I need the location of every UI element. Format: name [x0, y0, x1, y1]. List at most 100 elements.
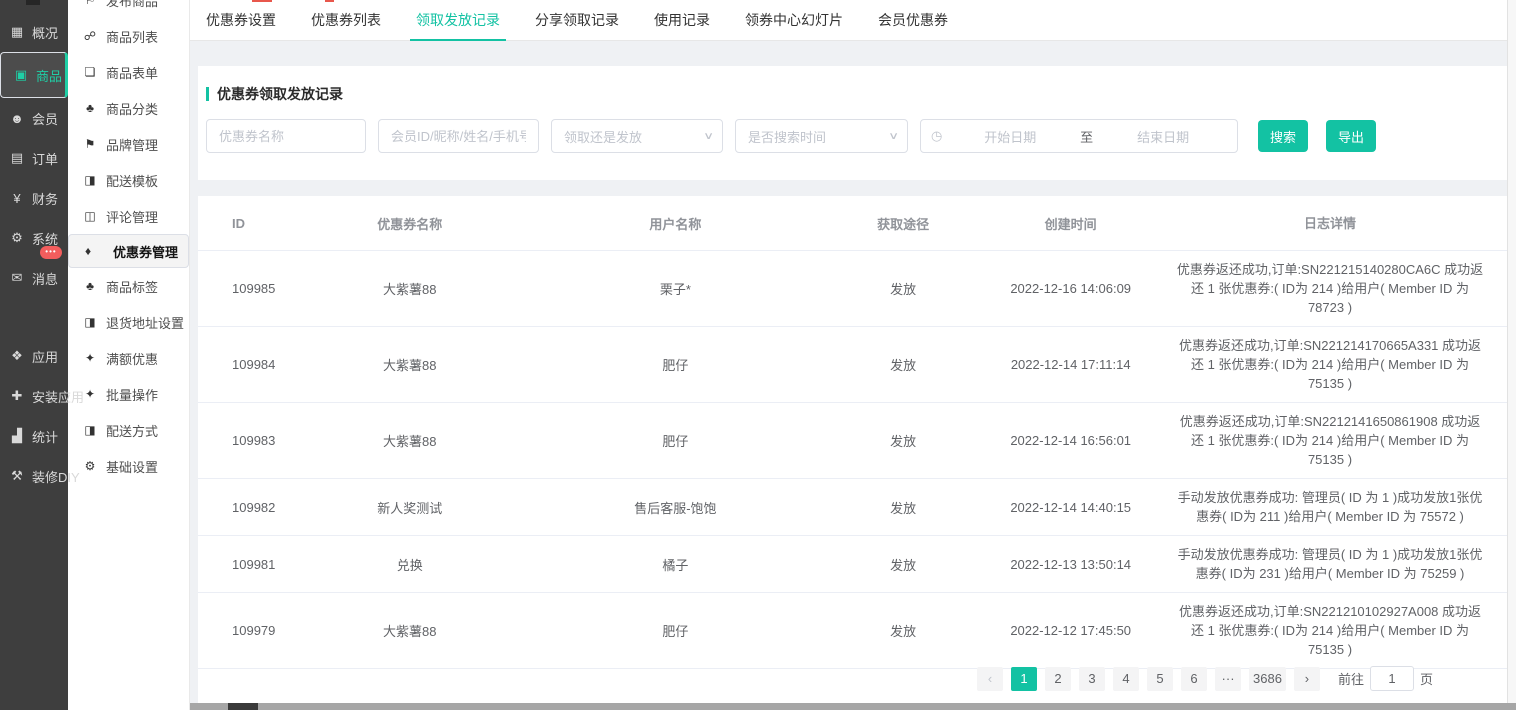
column-header: 日志详情: [1175, 214, 1485, 233]
date-range-picker[interactable]: ◷ 开始日期 至 结束日期: [920, 119, 1238, 153]
cell-channel: 发放: [840, 555, 967, 574]
sidebar-item-finance[interactable]: ¥ 财务: [0, 178, 68, 218]
delivery-template-icon: ◨: [83, 173, 97, 187]
cell-log: 手动发放优惠券成功: 管理员( ID 为 1 )成功发放1张优惠券( ID为 2…: [1175, 488, 1485, 526]
comments-icon: ◫: [83, 209, 97, 223]
cell-user: 肥仔: [511, 431, 840, 450]
title-accent-bar: [206, 87, 209, 101]
tab-coupon-center-slides[interactable]: 领券中心幻灯片: [745, 0, 843, 40]
cell-log: 优惠券返还成功,订单:SN2212141650861908 成功返还 1 张优惠…: [1175, 412, 1485, 469]
table-body: 109985大紫薯88栗子*发放2022-12-16 14:06:09优惠券返还…: [198, 251, 1507, 669]
date-to-label: 至: [1074, 127, 1099, 146]
cutoff-top-icon: [26, 0, 40, 5]
cutoff-red-marker: [325, 0, 334, 2]
submenu-item-label: 商品分类: [106, 99, 158, 118]
tab-coupon-settings[interactable]: 优惠券设置: [206, 0, 276, 40]
sidebar-item-label: 订单: [32, 149, 58, 168]
cell-time: 2022-12-13 13:50:14: [966, 557, 1175, 572]
vertical-scrollbar[interactable]: [1507, 0, 1516, 703]
page-button-6[interactable]: 6: [1181, 667, 1207, 691]
submenu-item-full-discount[interactable]: ✦满额优惠: [68, 340, 189, 376]
page-button-4[interactable]: 4: [1113, 667, 1139, 691]
submenu-item-basic-settings[interactable]: ⚙基础设置: [68, 448, 189, 484]
sidebar-item-orders[interactable]: ▤订单: [0, 138, 68, 178]
column-header: ID: [220, 216, 309, 231]
cell-coupon: 大紫薯88: [309, 355, 511, 374]
cell-channel: 发放: [840, 621, 967, 640]
tab-receive-records[interactable]: 领取发放记录: [416, 0, 500, 40]
receive-type-select[interactable]: 领取还是发放 ∨: [551, 119, 723, 153]
submenu-item-delivery-method[interactable]: ◨配送方式: [68, 412, 189, 448]
submenu-item-goods-category[interactable]: ♣ 商品分类: [68, 90, 189, 126]
cell-channel: 发放: [840, 279, 967, 298]
cell-id: 109985: [220, 281, 309, 296]
sidebar-item-label: 消息: [32, 269, 58, 288]
end-date-placeholder: 结束日期: [1099, 127, 1227, 146]
tab-share-records[interactable]: 分享领取记录: [535, 0, 619, 40]
sidebar-item-label: 财务: [32, 189, 58, 208]
tab-use-records[interactable]: 使用记录: [654, 0, 710, 40]
page-button-2[interactable]: 2: [1045, 667, 1071, 691]
start-date-placeholder: 开始日期: [946, 127, 1074, 146]
page-button-5[interactable]: 5: [1147, 667, 1173, 691]
cell-channel: 发放: [840, 431, 967, 450]
time-search-select[interactable]: 是否搜索时间 ∨: [735, 119, 908, 153]
sidebar-item-install-apps[interactable]: ✚安装应用: [0, 376, 68, 416]
goto-page-input[interactable]: [1370, 666, 1414, 691]
sidebar-item-diy[interactable]: ⚒装修DIY: [0, 456, 68, 496]
submenu-item-goods-tag[interactable]: ♣商品标签: [68, 268, 189, 304]
submenu-item-label: 商品标签: [106, 277, 158, 296]
cell-time: 2022-12-14 14:40:15: [966, 500, 1175, 515]
submenu-item-label: 退货地址设置: [106, 313, 184, 332]
submenu-item-comments[interactable]: ◫评论管理: [68, 198, 189, 234]
submenu-item-return-address[interactable]: ◨退货地址设置: [68, 304, 189, 340]
column-header: 获取途径: [840, 214, 967, 233]
sidebar-item-overview[interactable]: ▦概况: [0, 12, 68, 52]
next-page-button[interactable]: ›: [1294, 667, 1320, 691]
submenu-item-goods-form[interactable]: ❏商品表单: [68, 54, 189, 90]
coupon-name-input[interactable]: [206, 119, 366, 153]
cell-id: 109982: [220, 500, 309, 515]
chevron-down-icon: ∨: [703, 131, 714, 142]
export-button[interactable]: 导出: [1326, 120, 1376, 152]
cell-user: 肥仔: [511, 621, 840, 640]
horizontal-scrollbar[interactable]: [190, 703, 1516, 710]
submenu-item-delivery-template[interactable]: ◨配送模板: [68, 162, 189, 198]
prev-page-button[interactable]: ‹: [977, 667, 1003, 691]
page-button-1[interactable]: 1: [1011, 667, 1037, 691]
submenu-item-publish-goods[interactable]: ⚐发布商品: [68, 0, 189, 18]
horizontal-scrollbar-thumb[interactable]: [228, 703, 258, 710]
goods-category-icon: ♣: [83, 101, 97, 115]
goto-page: 前往页: [1338, 666, 1433, 691]
full-discount-icon: ✦: [83, 351, 97, 365]
brand-icon: ⚑: [83, 137, 97, 151]
tab-member-coupons[interactable]: 会员优惠券: [878, 0, 948, 40]
column-header: 优惠券名称: [309, 214, 511, 233]
basic-settings-icon: ⚙: [83, 459, 97, 473]
sidebar-item-label: 概况: [32, 23, 58, 42]
sidebar-item-goods[interactable]: ▣商品: [0, 52, 68, 98]
page-button-3[interactable]: 3: [1079, 667, 1105, 691]
page-unit-label: 页: [1420, 669, 1433, 688]
search-button[interactable]: 搜索: [1258, 120, 1308, 152]
sidebar-item-label: 商品: [36, 66, 62, 85]
finance-icon: ¥: [9, 191, 25, 206]
cell-coupon: 大紫薯88: [309, 621, 511, 640]
page-button-3686[interactable]: 3686: [1249, 667, 1286, 691]
submenu-item-goods-list[interactable]: ☍商品列表: [68, 18, 189, 54]
submenu-item-brand[interactable]: ⚑品牌管理: [68, 126, 189, 162]
cell-channel: 发放: [840, 498, 967, 517]
sidebar-item-messages[interactable]: ✉消息: [0, 258, 68, 298]
page-ellipsis[interactable]: ···: [1215, 667, 1241, 691]
submenu-item-coupon-manage[interactable]: ♦优惠券管理: [68, 234, 189, 268]
submenu-item-label: 商品列表: [106, 27, 158, 46]
submenu-item-batch-ops[interactable]: ✦批量操作: [68, 376, 189, 412]
sidebar-item-apps[interactable]: ❖应用: [0, 336, 68, 376]
member-search-input[interactable]: [378, 119, 539, 153]
coupon-tabs: 优惠券设置优惠券列表领取发放记录分享领取记录使用记录领券中心幻灯片会员优惠券: [190, 0, 1507, 41]
tab-coupon-list[interactable]: 优惠券列表: [311, 0, 381, 40]
sidebar-item-label: 装修DIY: [32, 467, 80, 486]
sidebar-item-stats[interactable]: ▟统计: [0, 416, 68, 456]
sidebar-item-members[interactable]: ☻会员: [0, 98, 68, 138]
submenu-item-label: 配送方式: [106, 421, 158, 440]
